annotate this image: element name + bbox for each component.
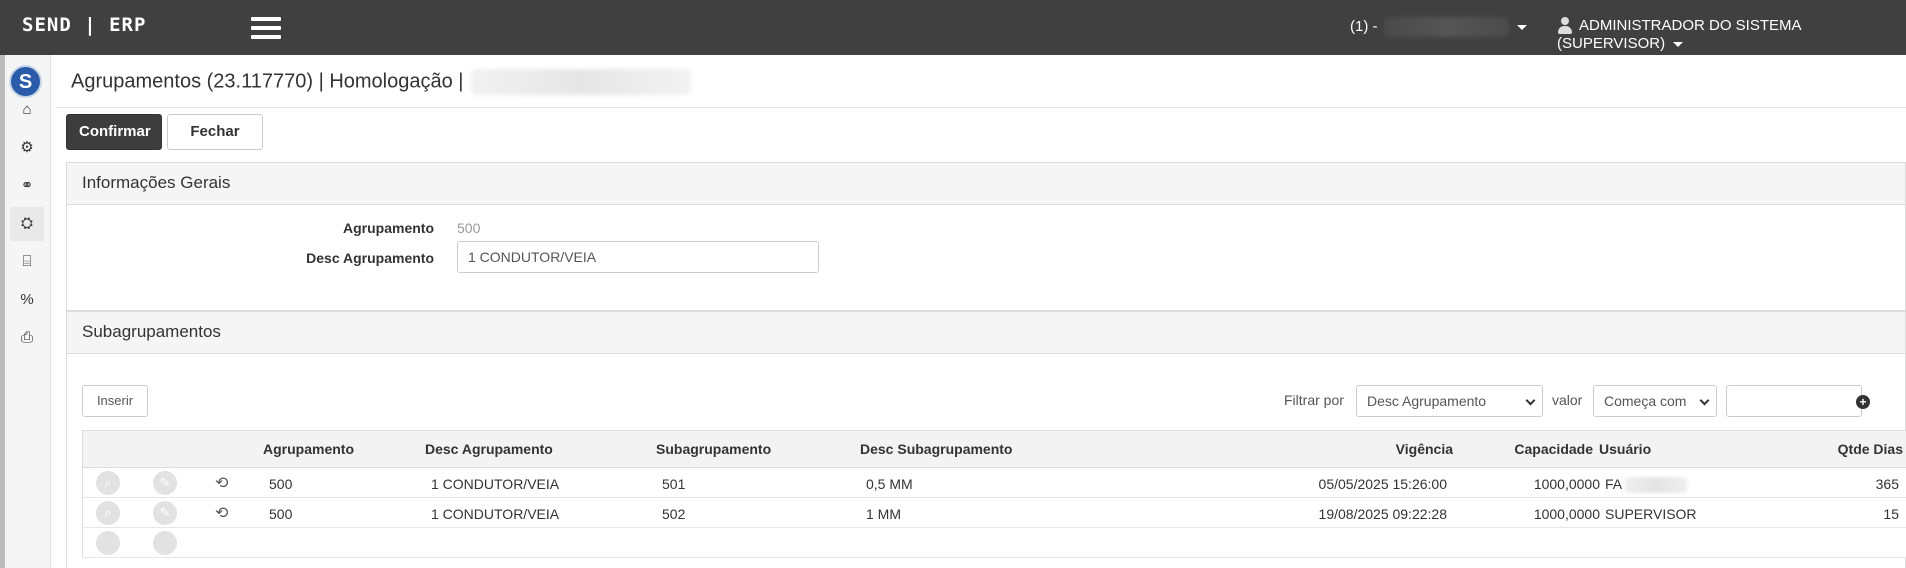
panel-heading: Subagrupamentos xyxy=(67,312,1905,354)
sidebar: S ⌂ ⚙ ⚭ ⛭ ⌸ % ⎙ xyxy=(0,55,51,568)
print-icon[interactable]: ⎙ xyxy=(10,321,44,355)
subgroups-table: Agrupamento Desc Agrupamento Subagrupame… xyxy=(82,430,1906,558)
redacted-company-name xyxy=(1383,17,1509,37)
view-icon[interactable] xyxy=(96,531,120,555)
company-selector[interactable]: (1) - xyxy=(1350,17,1527,37)
user-menu[interactable]: ADMINISTRADOR DO SISTEMA (SUPERVISOR) xyxy=(1557,17,1906,52)
user-icon xyxy=(1557,17,1573,35)
insert-button[interactable]: Inserir xyxy=(82,385,148,417)
add-filter-icon[interactable]: + xyxy=(1856,395,1870,409)
cell-agrupamento: 500 xyxy=(269,506,293,522)
col-desc-subagrupamento[interactable]: Desc Subagrupamento xyxy=(860,441,1012,457)
col-subagrupamento[interactable]: Subagrupamento xyxy=(656,441,771,457)
percent-icon[interactable]: % xyxy=(10,283,44,317)
top-navbar: SEND | ERP (1) - ADMINISTRADOR DO SISTEM… xyxy=(0,0,1906,55)
table-header: Agrupamento Desc Agrupamento Subagrupame… xyxy=(82,431,1906,468)
view-icon[interactable]: ⌕ xyxy=(96,501,120,525)
close-button[interactable]: Fechar xyxy=(167,114,263,150)
gears-icon[interactable]: ⚙ xyxy=(10,131,44,165)
confirm-button[interactable]: Confirmar xyxy=(66,114,162,150)
cell-desc-subagrupamento: 0,5 MM xyxy=(866,476,913,492)
chevron-down-icon xyxy=(1699,395,1710,406)
general-info-panel: Informações Gerais Agrupamento 500 Desc … xyxy=(66,162,1906,311)
edit-icon[interactable]: ✎ xyxy=(153,471,177,495)
divider xyxy=(56,107,1906,108)
cell-desc-agrupamento: 1 CONDUTOR/VEIA xyxy=(431,506,560,522)
cell-qtde-dias: 365 xyxy=(1875,476,1899,492)
view-icon[interactable]: ⌕ xyxy=(96,471,120,495)
cell-subagrupamento: 501 xyxy=(662,476,686,492)
caret-down-icon xyxy=(1516,24,1527,30)
filter-field-value: Desc Agrupamento xyxy=(1367,393,1487,409)
subgroups-panel: Subagrupamentos Inserir Filtrar por Desc… xyxy=(66,311,1906,568)
cell-agrupamento: 500 xyxy=(269,476,293,492)
caret-down-icon xyxy=(1673,41,1684,47)
col-vigencia[interactable]: Vigência xyxy=(1283,441,1453,457)
table-row-partial xyxy=(82,528,1906,558)
col-capacidade[interactable]: Capacidade xyxy=(1483,441,1593,457)
cell-usuario: SUPERVISOR xyxy=(1605,506,1697,522)
col-agrupamento[interactable]: Agrupamento xyxy=(263,441,354,457)
cell-capacidade: 1000,0000 xyxy=(1533,506,1600,522)
cell-vigencia: 05/05/2025 15:26:00 xyxy=(1318,476,1447,492)
value-label: valor xyxy=(1552,392,1583,408)
filter-operator-select[interactable]: Começa com xyxy=(1593,385,1717,417)
page-title: Agrupamentos (23.117770) | Homologação | xyxy=(71,69,692,95)
filter-by-label: Filtrar por xyxy=(1284,392,1344,408)
redacted-title-suffix xyxy=(471,69,692,95)
filter-field-select[interactable]: Desc Agrupamento xyxy=(1356,385,1543,417)
edit-icon[interactable]: ✎ xyxy=(153,501,177,525)
col-usuario[interactable]: Usuário xyxy=(1599,441,1651,457)
cell-usuario-text: FA xyxy=(1605,476,1623,492)
cell-usuario: FA xyxy=(1605,476,1688,494)
table-row: ⌕ ✎ ⟲ 500 1 CONDUTOR/VEIA 502 1 MM 19/08… xyxy=(82,498,1906,528)
cubes-icon[interactable]: ⛭ xyxy=(10,207,44,241)
history-icon[interactable]: ⟲ xyxy=(215,473,228,493)
edit-icon[interactable] xyxy=(153,531,177,555)
desc-agrupamento-input[interactable]: 1 CONDUTOR/VEIA xyxy=(457,241,819,273)
chevron-down-icon xyxy=(1525,395,1536,406)
col-desc-agrupamento[interactable]: Desc Agrupamento xyxy=(425,441,553,457)
cell-subagrupamento: 502 xyxy=(662,506,686,522)
redacted-user xyxy=(1625,477,1688,494)
cell-desc-subagrupamento: 1 MM xyxy=(866,506,901,522)
desc-agrupamento-label: Desc Agrupamento xyxy=(306,250,434,266)
agrupamento-value: 500 xyxy=(457,220,481,236)
bank-icon[interactable]: ⌸ xyxy=(10,245,44,279)
user-label: ADMINISTRADOR DO SISTEMA (SUPERVISOR) xyxy=(1557,17,1801,53)
filter-value-input[interactable] xyxy=(1726,385,1862,417)
home-icon[interactable]: ⌂ xyxy=(10,93,44,127)
cell-vigencia: 19/08/2025 09:22:28 xyxy=(1318,506,1447,522)
col-qtde-dias[interactable]: Qtde Dias xyxy=(1803,441,1903,457)
agrupamento-label: Agrupamento xyxy=(343,220,434,236)
page-title-text: Agrupamentos (23.117770) | Homologação | xyxy=(71,70,464,93)
handshake-icon[interactable]: ⚭ xyxy=(10,169,44,203)
brand-logo[interactable]: SEND | ERP xyxy=(22,14,146,36)
table-row: ⌕ ✎ ⟲ 500 1 CONDUTOR/VEIA 501 0,5 MM 05/… xyxy=(82,468,1906,498)
cell-qtde-dias: 15 xyxy=(1883,506,1899,522)
cell-capacidade: 1000,0000 xyxy=(1533,476,1600,492)
panel-heading: Informações Gerais xyxy=(67,163,1905,205)
main-content: Agrupamentos (23.117770) | Homologação |… xyxy=(56,55,1906,568)
history-icon[interactable]: ⟲ xyxy=(215,503,228,523)
company-prefix: (1) - xyxy=(1350,17,1378,35)
filter-operator-value: Começa com xyxy=(1604,393,1687,409)
menu-toggle-icon[interactable] xyxy=(251,17,281,39)
cell-desc-agrupamento: 1 CONDUTOR/VEIA xyxy=(431,476,560,492)
